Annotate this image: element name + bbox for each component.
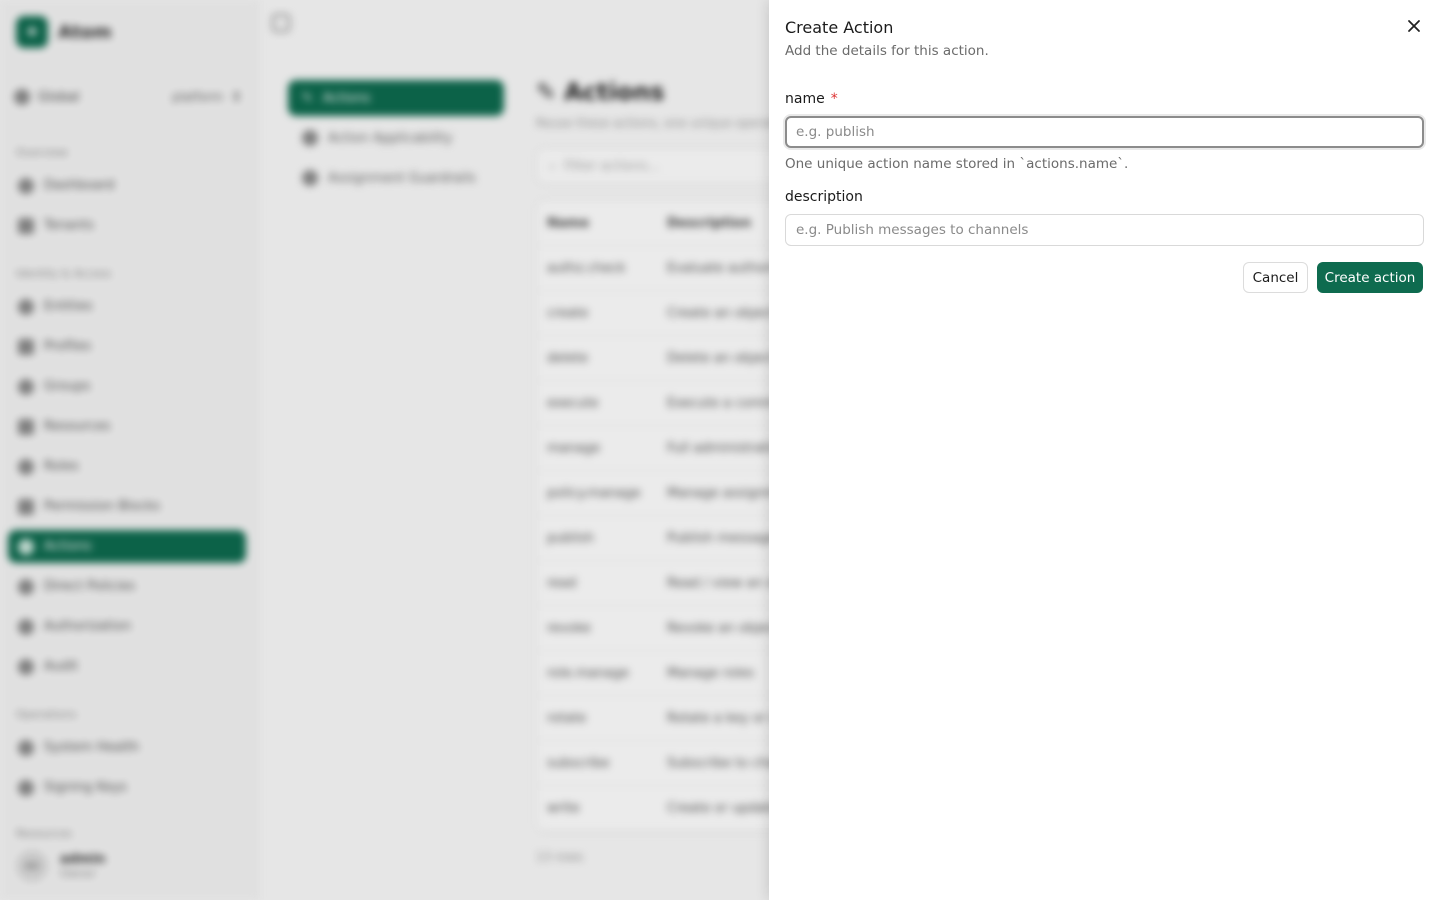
cancel-button[interactable]: Cancel xyxy=(1243,262,1308,293)
close-icon xyxy=(1408,20,1420,32)
create-action-dialog: Create Action Add the details for this a… xyxy=(769,0,1440,900)
description-input[interactable] xyxy=(785,214,1424,246)
name-hint: One unique action name stored in `action… xyxy=(785,156,1129,172)
required-indicator: * xyxy=(830,91,838,107)
dialog-description: Add the details for this action. xyxy=(785,43,989,59)
name-label: name * xyxy=(785,91,838,107)
name-input[interactable] xyxy=(785,116,1424,148)
modal-overlay[interactable] xyxy=(0,0,769,900)
dialog-title: Create Action xyxy=(785,18,894,37)
name-label-text: name xyxy=(785,91,825,107)
close-button[interactable] xyxy=(1404,16,1424,36)
description-label: description xyxy=(785,189,863,205)
create-action-button[interactable]: Create action xyxy=(1317,262,1423,293)
